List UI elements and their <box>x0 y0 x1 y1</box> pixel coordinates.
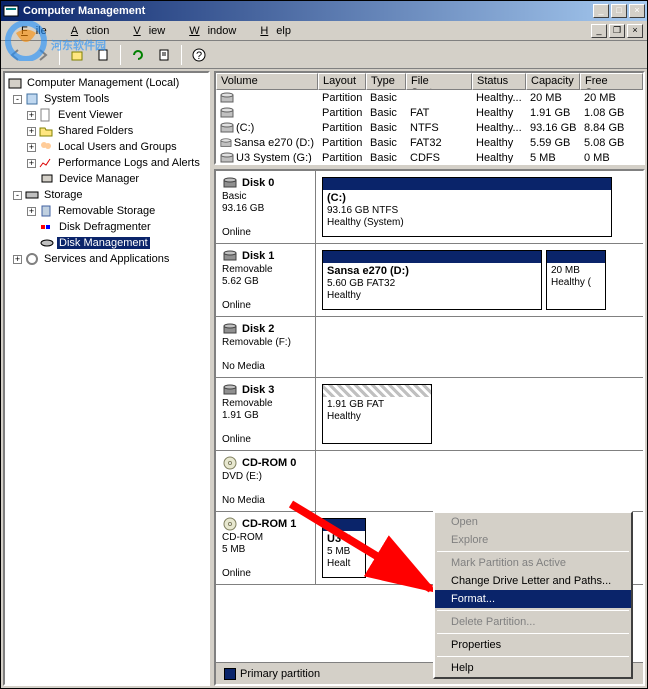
disk-row: Disk 2Removable (F:)No Media <box>216 317 643 378</box>
tree-pane: Computer Management (Local) -System Tool… <box>3 71 210 686</box>
title-bar: Computer Management _ □ × <box>1 1 647 21</box>
col-layout[interactable]: Layout <box>318 73 366 90</box>
ctx-mark-active: Mark Partition as Active <box>435 554 631 572</box>
help-button[interactable]: ? <box>188 44 210 66</box>
tree-storage[interactable]: -Storage <box>7 187 206 203</box>
svg-text:?: ? <box>196 50 202 62</box>
tree-local-users[interactable]: +Local Users and Groups <box>7 139 206 155</box>
context-menu: Open Explore Mark Partition as Active Ch… <box>433 511 633 679</box>
menu-window[interactable]: Window <box>173 23 244 39</box>
tree-disk-management[interactable]: Disk Management <box>7 235 206 251</box>
tree-event-viewer[interactable]: +Event Viewer <box>7 107 206 123</box>
ctx-help[interactable]: Help <box>435 659 631 677</box>
menu-view[interactable]: View <box>117 23 173 39</box>
col-status[interactable]: Status <box>472 73 526 90</box>
close-button[interactable]: × <box>629 4 645 18</box>
ctx-properties[interactable]: Properties <box>435 636 631 654</box>
volume-box[interactable]: (C:)93.16 GB NTFSHealthy (System) <box>322 177 612 237</box>
window-title: Computer Management <box>23 5 593 17</box>
legend-swatch-primary <box>224 668 236 680</box>
menu-bar: File Action View Window Help _ ❐ × <box>1 21 647 41</box>
ctx-explore: Explore <box>435 531 631 549</box>
up-button[interactable] <box>66 44 88 66</box>
ctx-format[interactable]: Format... <box>435 590 631 608</box>
ctx-change-drive-letter[interactable]: Change Drive Letter and Paths... <box>435 572 631 590</box>
disk-row: Disk 1Removable5.62 GBOnlineSansa e270 (… <box>216 244 643 317</box>
tree-system-tools[interactable]: -System Tools <box>7 91 206 107</box>
volume-row[interactable]: PartitionBasicFATHealthy1.91 GB1.08 GB <box>216 105 643 120</box>
tree-root[interactable]: Computer Management (Local) <box>7 75 206 91</box>
volume-box[interactable]: 1.91 GB FATHealthy <box>322 384 432 444</box>
disk-info[interactable]: Disk 3Removable1.91 GBOnline <box>216 378 316 450</box>
app-icon <box>3 3 19 19</box>
maximize-button[interactable]: □ <box>611 4 627 18</box>
disk-info[interactable]: Disk 0Basic93.16 GBOnline <box>216 171 316 243</box>
minimize-button[interactable]: _ <box>593 4 609 18</box>
export-button[interactable] <box>153 44 175 66</box>
disk-row: Disk 3Removable1.91 GBOnline1.91 GB FATH… <box>216 378 643 451</box>
tree-disk-defragmenter[interactable]: Disk Defragmenter <box>7 219 206 235</box>
menu-action[interactable]: Action <box>55 23 118 39</box>
col-volume[interactable]: Volume <box>216 73 318 90</box>
volume-list-header: Volume Layout Type File System Status Ca… <box>216 73 643 90</box>
volume-box[interactable]: Sansa e270 (D:)5.60 GB FAT32Healthy <box>322 250 542 310</box>
forward-button[interactable] <box>31 44 53 66</box>
mdi-minimize-button[interactable]: _ <box>591 24 607 38</box>
volume-row[interactable]: (C:)PartitionBasicNTFSHealthy...93.16 GB… <box>216 120 643 135</box>
disk-row: Disk 0Basic93.16 GBOnline(C:)93.16 GB NT… <box>216 171 643 244</box>
refresh-button[interactable] <box>127 44 149 66</box>
col-type[interactable]: Type <box>366 73 406 90</box>
menu-file[interactable]: File <box>5 23 55 39</box>
properties-button[interactable] <box>92 44 114 66</box>
disk-info[interactable]: Disk 1Removable5.62 GBOnline <box>216 244 316 316</box>
col-filesystem[interactable]: File System <box>406 73 472 90</box>
tree-shared-folders[interactable]: +Shared Folders <box>7 123 206 139</box>
volume-row[interactable]: U3 System (G:)PartitionBasicCDFSHealthy5… <box>216 150 643 165</box>
volume-list: Volume Layout Type File System Status Ca… <box>214 71 645 165</box>
back-button[interactable] <box>5 44 27 66</box>
volume-row[interactable]: PartitionBasicHealthy...20 MB20 MB <box>216 90 643 105</box>
tree-services[interactable]: +Services and Applications <box>7 251 206 267</box>
tree-perf-logs[interactable]: +Performance Logs and Alerts <box>7 155 206 171</box>
menu-help[interactable]: Help <box>244 23 299 39</box>
disk-info[interactable]: Disk 2Removable (F:)No Media <box>216 317 316 377</box>
toolbar: ? <box>1 41 647 69</box>
ctx-delete-partition: Delete Partition... <box>435 613 631 631</box>
legend-label-primary: Primary partition <box>240 668 320 680</box>
col-capacity[interactable]: Capacity <box>526 73 580 90</box>
volume-row[interactable]: Sansa e270 (D:)PartitionBasicFAT32Health… <box>216 135 643 150</box>
tree-device-manager[interactable]: Device Manager <box>7 171 206 187</box>
volume-box[interactable]: 20 MBHealthy ( <box>546 250 606 310</box>
mdi-close-button[interactable]: × <box>627 24 643 38</box>
ctx-open: Open <box>435 513 631 531</box>
col-freespace[interactable]: Free Space <box>580 73 643 90</box>
mdi-restore-button[interactable]: ❐ <box>609 24 625 38</box>
tree-removable-storage[interactable]: +Removable Storage <box>7 203 206 219</box>
